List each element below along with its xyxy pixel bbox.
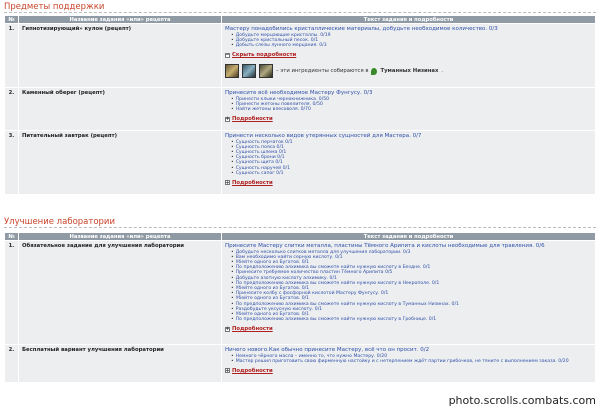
section-title-support: Предметы поддержки <box>4 2 105 12</box>
table-row: 2. Каменный оберег (рецепт) Принесите вс… <box>4 87 596 131</box>
quest-name: Каменный оберег (рецепт) <box>18 87 222 131</box>
section-title-lab: Улучшение лаборатории <box>4 217 115 227</box>
show-details-toggle[interactable]: + Подробности <box>225 368 592 374</box>
hide-details-toggle[interactable]: − Скрыть подробности <box>225 52 592 58</box>
quest-details: Принести несколько видов утерянных сущно… <box>221 130 596 195</box>
col-text: Текст задания и подробности <box>221 232 596 241</box>
col-name: Название задания «или» рецепта <box>18 232 222 241</box>
quest-subtasks: Добудьте несколько слитков металла для у… <box>231 250 592 323</box>
table-header: № Название задания «или» рецепта Текст з… <box>4 15 596 24</box>
show-details-toggle[interactable]: + Подробности <box>225 326 592 332</box>
location-icon <box>371 67 378 75</box>
row-number: 1. <box>4 23 19 88</box>
quest-intro: Принесите Мастеру слитки металла, пласти… <box>225 243 545 249</box>
quest-name: Питательный завтрак (рецепт) <box>18 130 222 195</box>
col-name: Название задания «или» рецепта <box>18 15 222 24</box>
table-row: 2. Бесплатный вариант улучшения лаборато… <box>4 344 596 383</box>
location-name: Туманных Низинах <box>380 68 439 75</box>
quest-subtasks: Принести клыки чернокнижника. 0/50 Прине… <box>231 97 592 113</box>
expand-icon: + <box>225 179 230 186</box>
table-row: 3. Питательный завтрак (рецепт) Принести… <box>4 130 596 195</box>
row-number: 2. <box>4 344 19 383</box>
show-details-toggle[interactable]: + Подробности <box>225 116 592 122</box>
quest-details: Принесите всё необходимое Мастеру Фунгус… <box>221 87 596 131</box>
quest-details: Ничего нового.Как обычно принесите Масте… <box>221 344 596 383</box>
expand-icon: + <box>225 116 230 123</box>
list-item: По предположению алхимика вы сможете най… <box>231 317 592 322</box>
table-row: 1. Обязательное задание для улучшения ла… <box>4 240 596 345</box>
col-number: № <box>4 15 19 24</box>
list-item: Добыть слезы лунного мерцания. 0/3 <box>231 43 592 48</box>
quest-name: Бесплатный вариант улучшения лаборатории <box>18 344 222 383</box>
ingredients-row: – эти ингредиенты собираются в Туманных … <box>225 64 592 79</box>
watermark: photo.scrolls.combats.com <box>448 394 596 407</box>
quest-subtasks: Сущность перчаток 0/1 Сущность пояса 0/1… <box>231 140 592 176</box>
ingredients-text: – эти ингредиенты собираются в <box>276 68 369 75</box>
table-header: № Название задания «или» рецепта Текст з… <box>4 232 596 241</box>
show-details-toggle[interactable]: + Подробности <box>225 180 592 186</box>
quest-name: Обязательное задание для улучшения лабор… <box>18 240 222 345</box>
ingredient-icon[interactable] <box>259 64 273 79</box>
quest-name: Гипнотизирующий» кулон (рецепт) <box>18 23 222 88</box>
collapse-icon: − <box>225 52 230 59</box>
quest-subtasks: Немного чёрного масла – именно то, что н… <box>231 354 592 364</box>
quest-subtasks: Добудьте мерцающие кристаллы. 0/19 Добуд… <box>231 33 592 49</box>
row-number: 3. <box>4 130 19 195</box>
list-item: Найти жетоны влесоволя. 0/70 <box>231 107 592 112</box>
expand-icon: + <box>225 367 230 374</box>
quest-details: Принесите Мастеру слитки металла, пласти… <box>221 240 596 345</box>
table-row: 1. Гипнотизирующий» кулон (рецепт) Масте… <box>4 23 596 88</box>
ingredient-icon[interactable] <box>242 64 256 79</box>
quest-details: Мастеру понадобились кристаллические мат… <box>221 23 596 88</box>
lab-upgrade-table: № Название задания «или» рецепта Текст з… <box>4 232 596 383</box>
list-item: Сущность сапог 0/1 <box>231 171 592 176</box>
row-number: 1. <box>4 240 19 345</box>
ingredient-icon[interactable] <box>225 64 239 79</box>
expand-icon: + <box>225 326 230 333</box>
col-text: Текст задания и подробности <box>221 15 596 24</box>
row-number: 2. <box>4 87 19 131</box>
list-item: Мастер решил приготовить свою фирменную … <box>231 359 592 364</box>
support-items-table: № Название задания «или» рецепта Текст з… <box>4 15 596 195</box>
col-number: № <box>4 232 19 241</box>
